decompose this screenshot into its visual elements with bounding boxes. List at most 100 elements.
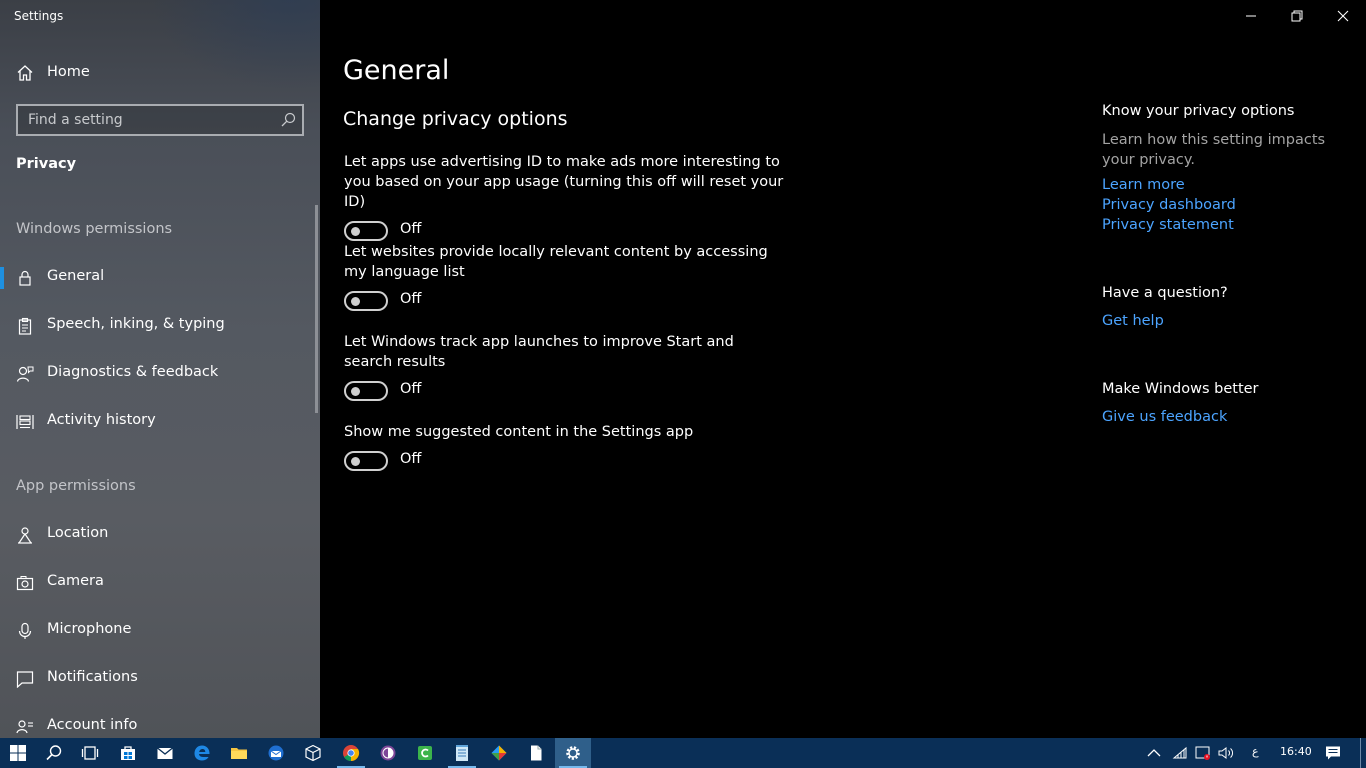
camtasia-icon [418,746,432,760]
notifications-icon [16,671,34,688]
privacy-options-title: Know your privacy options [1102,103,1295,119]
setting-advertising-id: Let apps use advertising ID to make ads … [344,152,784,245]
3d-viewer-button[interactable] [295,738,331,768]
settings-taskbar-button[interactable] [555,738,591,768]
learn-more-link[interactable]: Learn more [1102,177,1185,193]
toggle-state: Off [400,451,422,467]
network-button[interactable] [1170,738,1190,768]
sidebar-item-speech[interactable]: Speech, inking, & typing [0,306,316,346]
show-hidden-icons-button[interactable] [1144,738,1164,768]
get-help-link[interactable]: Get help [1102,313,1164,329]
task-view-button[interactable] [72,738,108,768]
setting-description: Let Windows track app launches to improv… [344,334,734,370]
sidebar-item-location[interactable]: Location [0,515,316,555]
notepad-icon [456,745,468,761]
app-title: Settings [14,9,64,23]
privacy-statement-link[interactable]: Privacy statement [1102,217,1234,233]
sidebar-item-label: Activity history [47,412,156,428]
advertising-id-toggle[interactable] [344,221,388,241]
notepad-button[interactable] [444,738,480,768]
sidebar-item-diagnostics[interactable]: Diagnostics & feedback [0,354,316,394]
chevron-up-icon [1147,749,1161,757]
privacy-dashboard-link[interactable]: Privacy dashboard [1102,197,1236,213]
suggested-content-toggle[interactable] [344,451,388,471]
store-icon [121,746,135,760]
battery-button[interactable] [1193,738,1213,768]
camera-icon [16,576,34,591]
camtasia-button[interactable] [407,738,443,768]
minimize-icon [1246,15,1256,17]
file-button[interactable] [518,738,554,768]
chrome-icon [343,745,360,762]
toggle-knob [351,297,360,306]
home-nav-item[interactable]: Home [0,56,320,90]
main-content: General Change privacy options Let apps … [320,0,1366,738]
setting-description: Let websites provide locally relevant co… [344,244,768,280]
language-list-toggle[interactable] [344,291,388,311]
question-title: Have a question? [1102,285,1228,301]
close-button[interactable] [1320,0,1366,32]
sidebar-item-label: Notifications [47,669,138,685]
sidebar-item-camera[interactable]: Camera [0,563,316,603]
restore-icon [1291,10,1303,22]
toggle-state: Off [400,291,422,307]
file-explorer-button[interactable] [221,738,257,768]
file-icon [531,745,542,761]
search-box[interactable] [16,104,304,136]
toggle-knob [351,227,360,236]
give-feedback-link[interactable]: Give us feedback [1102,409,1227,425]
tor-browser-button[interactable] [370,738,406,768]
sidebar-item-label: Speech, inking, & typing [47,316,225,332]
clock[interactable]: 16:40 [1280,745,1312,758]
start-button[interactable] [0,738,36,768]
mail-button[interactable] [147,738,183,768]
sidebar-item-notifications[interactable]: Notifications [0,659,316,699]
thunderbird-icon [268,745,284,761]
app-icon [491,745,507,761]
sidebar-item-label: Account info [47,717,138,733]
taskbar: ع 16:40 [0,738,1366,768]
restore-button[interactable] [1274,0,1320,32]
search-icon[interactable] [280,112,296,128]
chrome-button[interactable] [333,738,369,768]
3d-viewer-icon [305,744,321,762]
action-center-button[interactable] [1320,738,1346,768]
feedback-person-icon [16,366,34,382]
search-input[interactable] [18,106,274,134]
sidebar-scrollbar[interactable] [315,205,318,413]
minimize-button[interactable] [1228,0,1274,32]
sidebar-item-label: Location [47,525,109,541]
active-indicator [0,267,4,289]
app-launches-toggle[interactable] [344,381,388,401]
input-language-indicator[interactable]: ع [1252,745,1259,758]
file-explorer-icon [231,748,247,759]
sidebar-item-label: Microphone [47,621,132,637]
show-desktop-button[interactable] [1360,738,1366,768]
setting-language-list: Let websites provide locally relevant co… [344,242,784,315]
volume-button[interactable] [1216,738,1236,768]
edge-button[interactable] [184,738,220,768]
sidebar-item-microphone[interactable]: Microphone [0,611,316,651]
lock-icon [19,270,31,286]
privacy-options-text: Learn how this setting impacts your priv… [1102,132,1326,168]
account-info-icon [16,720,33,734]
store-button[interactable] [110,738,146,768]
toggle-state: Off [400,381,422,397]
volume-icon [1218,747,1233,759]
wifi-icon [1172,746,1187,759]
make-windows-better-title: Make Windows better [1102,381,1259,397]
sidebar-item-general[interactable]: General [0,258,316,298]
location-icon [18,527,32,544]
edge-icon [194,745,210,761]
thunderbird-button[interactable] [258,738,294,768]
section-title-privacy: Privacy [16,156,77,172]
sidebar-item-label: Diagnostics & feedback [47,364,219,380]
app-button[interactable] [481,738,517,768]
taskbar-search-button[interactable] [36,738,72,768]
toggle-knob [351,457,360,466]
microphone-icon [18,622,32,639]
sidebar-item-activity-history[interactable]: Activity history [0,402,316,442]
sidebar-item-account-info[interactable]: Account info [0,707,316,738]
page-title: General [343,55,450,86]
sidebar-item-label: General [47,268,105,284]
